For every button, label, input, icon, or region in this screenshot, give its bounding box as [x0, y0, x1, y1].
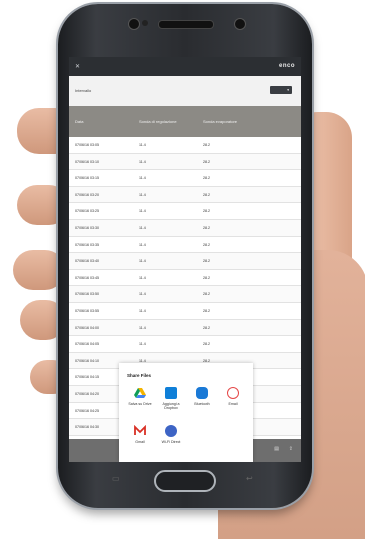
cell-regulation-probe: 11.4	[139, 143, 146, 147]
share-dialog-title: Share Files	[127, 373, 152, 378]
cell-evaporator-probe: 28.2	[203, 225, 210, 230]
gmail-icon	[134, 424, 146, 437]
chevron-down-icon: ▾	[287, 88, 289, 92]
smartphone: ✕ enco Intervallo ▾ Data Sonda di regola…	[58, 4, 312, 508]
email-icon	[227, 387, 239, 399]
table-row[interactable]: 07/06/16 04:05 11.4 28.2	[69, 336, 301, 353]
cell-evaporator-probe: 28.2	[203, 209, 210, 214]
brand-logo: enco	[278, 63, 295, 69]
filter-label: Intervallo	[75, 88, 92, 93]
cell-evaporator-probe: 28.2	[203, 242, 210, 247]
cell-regulation-probe: 11.4	[139, 342, 146, 347]
cell-evaporator-probe: 28.2	[203, 143, 210, 147]
cell-regulation-probe: 11.4	[139, 192, 146, 197]
sensor-icon	[142, 20, 148, 26]
filter-bar: Intervallo ▾	[69, 76, 301, 106]
cell-evaporator-probe: 28.2	[203, 275, 210, 280]
cell-regulation-probe: 11.4	[139, 308, 146, 313]
wifi-direct-icon	[165, 425, 177, 437]
table-row[interactable]: 07/06/16 03:40 11.4 28.2	[69, 253, 301, 270]
share-files-dialog: Share Files Salva su Drive Aggiungi a Dr…	[119, 363, 253, 462]
table-row[interactable]: 07/06/16 03:35 11.4 28.2	[69, 236, 301, 254]
cell-regulation-probe: 11.4	[139, 275, 146, 280]
share-option-wifi-direct[interactable]: Wi-Fi Direct	[157, 425, 185, 444]
cell-date: 07/06/16 03:15	[75, 176, 99, 181]
share-icon[interactable]: ⇪	[289, 446, 293, 452]
cell-date: 07/06/16 03:20	[75, 192, 99, 197]
cell-date: 07/06/16 04:05	[75, 342, 99, 347]
table-row[interactable]: 07/06/16 03:50 11.4 28.2	[69, 286, 301, 303]
table-header: Data Sonda di regolazione Sonda evaporat…	[69, 106, 301, 137]
cell-date: 07/06/16 04:10	[75, 358, 99, 363]
cell-regulation-probe: 11.4	[139, 209, 146, 214]
cell-date: 07/06/16 03:55	[75, 308, 99, 313]
cell-date: 07/06/16 03:10	[75, 159, 99, 164]
share-option-dropbox[interactable]: Aggiungi a Dropbox	[157, 387, 185, 411]
share-option-label: Email	[228, 402, 238, 406]
share-option-label: Wi-Fi Direct	[161, 440, 181, 444]
cell-evaporator-probe: 28.2	[203, 192, 210, 197]
cell-date: 07/06/16 03:30	[75, 225, 99, 230]
google-drive-icon	[134, 387, 146, 399]
cell-regulation-probe: 11.4	[139, 225, 146, 230]
cell-date: 07/06/16 03:35	[75, 242, 99, 247]
table-row[interactable]: 07/06/16 03:05 11.4 28.2	[69, 137, 301, 154]
cell-evaporator-probe: 28.2	[203, 176, 210, 181]
share-option-label: Bluetooth	[194, 402, 210, 406]
share-option-gmail[interactable]: Gmail	[126, 424, 154, 444]
cell-evaporator-probe: 28.2	[203, 159, 210, 164]
table-row[interactable]: 07/06/16 03:20 11.4 28.2	[69, 186, 301, 204]
export-icon[interactable]: ▤	[274, 446, 279, 452]
share-option-label: Gmail	[135, 440, 145, 444]
cell-date: 07/06/16 03:40	[75, 259, 99, 264]
table-row[interactable]: 07/06/16 04:00 11.4 28.2	[69, 319, 301, 337]
earpiece-speaker	[158, 20, 214, 29]
cell-date: 07/06/16 04:15	[75, 375, 99, 380]
cell-evaporator-probe: 28.2	[203, 259, 210, 264]
share-option-bluetooth[interactable]: Bluetooth	[188, 387, 216, 406]
cell-date: 07/06/16 04:25	[75, 408, 99, 413]
cell-date: 07/06/16 03:05	[75, 143, 99, 147]
table-row[interactable]: 07/06/16 03:45 11.4 28.2	[69, 269, 301, 287]
table-row[interactable]: 07/06/16 03:10 11.4 28.2	[69, 153, 301, 171]
column-header-date[interactable]: Data	[75, 119, 83, 124]
table-row[interactable]: 07/06/16 03:25 11.4 28.2	[69, 203, 301, 220]
proximity-sensor-icon	[234, 18, 246, 30]
table-row[interactable]: 07/06/16 03:15 11.4 28.2	[69, 170, 301, 187]
cell-date: 07/06/16 04:00	[75, 325, 99, 330]
bluetooth-icon	[196, 387, 208, 399]
cell-date: 07/06/16 03:45	[75, 275, 99, 280]
cell-regulation-probe: 11.4	[139, 325, 146, 330]
back-arrow-icon[interactable]: ✕	[75, 63, 80, 70]
share-option-drive[interactable]: Salva su Drive	[126, 387, 154, 406]
recent-apps-key-icon[interactable]: ▭	[112, 474, 120, 483]
table-row[interactable]: 07/06/16 03:55 11.4 28.2	[69, 302, 301, 320]
app-top-bar: ✕ enco	[69, 57, 301, 76]
cell-date: 07/06/16 04:30	[75, 425, 99, 430]
cell-evaporator-probe: 28.2	[203, 342, 210, 347]
column-header-evaporator-probe[interactable]: Sonda evaporatore	[203, 119, 237, 124]
cell-regulation-probe: 11.4	[139, 292, 146, 297]
front-camera-icon	[128, 18, 140, 30]
home-button[interactable]	[154, 470, 216, 492]
share-option-email[interactable]: Email	[219, 387, 247, 406]
back-key-icon[interactable]: ↩	[246, 474, 253, 483]
phone-screen: ✕ enco Intervallo ▾ Data Sonda di regola…	[69, 57, 301, 462]
dropbox-icon	[165, 387, 177, 399]
share-option-label: Aggiungi a Dropbox	[162, 402, 180, 411]
cell-regulation-probe: 11.4	[139, 259, 146, 264]
cell-date: 07/06/16 03:50	[75, 292, 99, 297]
cell-date: 07/06/16 04:20	[75, 391, 99, 396]
cell-regulation-probe: 11.4	[139, 242, 146, 247]
table-row[interactable]: 07/06/16 03:30 11.4 28.2	[69, 219, 301, 237]
cell-date: 07/06/16 03:25	[75, 209, 99, 214]
column-header-regulation-probe[interactable]: Sonda di regolazione	[139, 119, 177, 124]
cell-evaporator-probe: 28.2	[203, 308, 210, 313]
interval-select[interactable]: ▾	[270, 86, 292, 94]
cell-evaporator-probe: 28.2	[203, 325, 210, 330]
cell-evaporator-probe: 28.2	[203, 292, 210, 297]
cell-regulation-probe: 11.4	[139, 159, 146, 164]
cell-regulation-probe: 11.4	[139, 176, 146, 181]
share-option-label: Salva su Drive	[128, 402, 152, 406]
